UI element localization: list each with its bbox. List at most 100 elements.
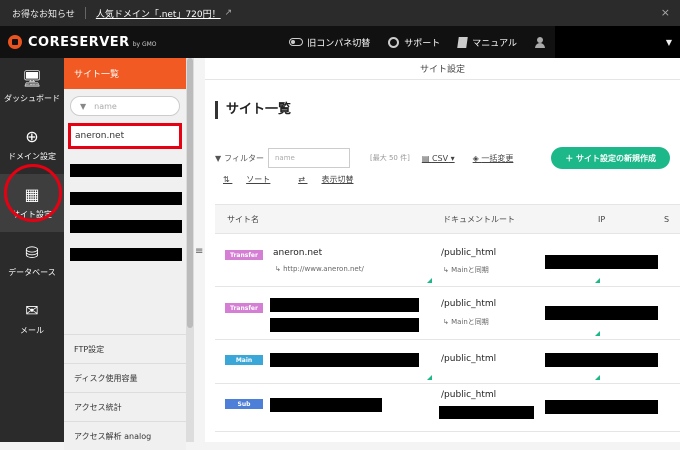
table-row[interactable]: Sub /public_html: [215, 384, 680, 432]
new-site-button[interactable]: ＋ サイト設定の新規作成: [551, 147, 670, 169]
left-rail: 🖥 ダッシュボード ⊕ ドメイン設定 ▦ サイト設定 ⛁ データベース ✉ メー…: [0, 58, 64, 442]
redacted-site-item[interactable]: [70, 164, 182, 177]
table-row[interactable]: Transfer aneron.net ↳ http://www.aneron.…: [215, 234, 680, 287]
support-label: サポート: [404, 38, 441, 49]
csv-label: CSV: [431, 153, 449, 163]
redirect-icon: ↳: [443, 318, 452, 326]
col-site-name: サイト名: [227, 214, 259, 224]
bulk-change-button[interactable]: ◈ 一括変更: [473, 153, 514, 164]
close-icon[interactable]: ×: [661, 6, 670, 19]
sidebar-title: サイト一覧: [64, 58, 186, 89]
toolbar: ▼ フィルター name [最大 50 件] ▤ CSV ▾ ◈ 一括変更 ＋ …: [215, 147, 680, 169]
redacted-sync: [439, 406, 534, 419]
menu-item-stats[interactable]: アクセス統計: [64, 392, 186, 421]
notice-link[interactable]: 人気ドメイン「.net」720円！: [96, 7, 221, 20]
redacted-site-name: [270, 398, 382, 412]
redacted-ip: [545, 400, 658, 414]
sidebar-filter-input[interactable]: ▼ name: [70, 96, 180, 116]
sidebar-scrollbar[interactable]: [186, 58, 194, 442]
site-item-selected[interactable]: aneron.net: [68, 123, 182, 149]
rail-item-dashboard[interactable]: 🖥 ダッシュボード: [0, 58, 64, 116]
redirect-icon: ↳: [275, 265, 284, 273]
name-filter-input[interactable]: name: [268, 148, 350, 168]
table-row[interactable]: Main /public_html: [215, 340, 680, 384]
chevron-down-icon: ▼: [665, 37, 672, 47]
sync-label: ↳ Mainと同期: [443, 265, 489, 275]
topbar-title: サイト設定: [205, 58, 680, 80]
database-icon: ⛁: [25, 243, 39, 262]
manual-link[interactable]: マニュアル: [457, 36, 517, 49]
top-header: CORESERVER by GMO 旧コンパネ切替 サポート マニュアル ▼: [0, 26, 680, 58]
toggle-icon: [289, 38, 304, 46]
logo[interactable]: CORESERVER by GMO: [8, 35, 157, 50]
name-placeholder: name: [275, 154, 295, 162]
redacted-ip: [545, 353, 658, 367]
col-ip: IP: [598, 214, 606, 224]
sync-label: ↳ Mainと同期: [443, 317, 489, 327]
expand-corner-icon: [595, 331, 600, 336]
csv-icon: ▤: [421, 153, 432, 163]
header-nav: 旧コンパネ切替 サポート マニュアル ▼: [289, 26, 680, 58]
manual-label: マニュアル: [472, 38, 517, 49]
site-url-text: http://www.aneron.net/: [283, 265, 364, 273]
main-content: サイト設定 サイト一覧 ▼ フィルター name [最大 50 件] ▤ CSV…: [205, 58, 680, 442]
type-badge: Transfer: [225, 250, 263, 260]
menu-item-disk[interactable]: ディスク使用容量: [64, 363, 186, 392]
lifebuoy-icon: [388, 36, 400, 48]
notice-divider: [84, 7, 86, 19]
filter-label: フィルター: [224, 153, 264, 163]
redacted-site-item[interactable]: [70, 220, 182, 233]
user-menu[interactable]: ▼: [555, 26, 680, 58]
sidebar-menu: FTP設定 ディスク使用容量 アクセス統計 アクセス解析 analog: [64, 334, 186, 450]
support-link[interactable]: サポート: [388, 36, 440, 49]
table-row[interactable]: Transfer /public_html ↳ Mainと同期: [215, 287, 680, 340]
sort-button[interactable]: ⇅ ソート: [223, 174, 284, 185]
menu-item-ftp[interactable]: FTP設定: [64, 334, 186, 363]
sync-text: Mainと同期: [451, 318, 489, 326]
site-table: サイト名 ドキュメントルート IP S Transfer aneron.net …: [215, 204, 680, 432]
arrows-icon: ⇄: [298, 175, 308, 184]
notice-label: お得なお知らせ: [12, 9, 75, 20]
csv-button[interactable]: ▤ CSV ▾: [422, 154, 455, 163]
max-count: [最大 50 件]: [370, 154, 410, 162]
expand-corner-icon: [595, 278, 600, 283]
rail-label: ダッシュボード: [4, 94, 60, 103]
redacted-site-item[interactable]: [70, 192, 182, 205]
sort-icon: ⇅: [223, 175, 233, 184]
rail-item-mail[interactable]: ✉ メール: [0, 290, 64, 348]
col-docroot: ドキュメントルート: [443, 214, 515, 224]
col-s: S: [664, 214, 670, 224]
redacted-site-name: [270, 353, 419, 367]
rail-label: ドメイン設定: [8, 152, 56, 161]
brand-name: CORESERVER: [28, 34, 130, 50]
logo-mark-icon: [8, 35, 22, 49]
docroot: /public_html: [441, 390, 497, 400]
site-url: ↳ http://www.aneron.net/: [275, 265, 364, 273]
redacted-ip: [545, 255, 658, 269]
docroot: /public_html: [441, 248, 497, 258]
redacted-ip: [545, 306, 658, 320]
rail-label: メール: [20, 326, 44, 335]
menu-item-analog[interactable]: アクセス解析 analog: [64, 421, 186, 450]
scrollbar-thumb[interactable]: [187, 58, 193, 328]
redacted-site-item[interactable]: [70, 248, 182, 261]
rail-label: データベース: [8, 268, 56, 277]
mail-icon: ✉: [25, 301, 39, 320]
old-panel-toggle[interactable]: 旧コンパネ切替: [289, 36, 370, 49]
user-icon: [535, 36, 545, 48]
docroot: /public_html: [441, 354, 497, 364]
site-name: aneron.net: [273, 248, 323, 258]
page-title: サイト一覧: [215, 101, 291, 119]
filter-icon: ▼: [215, 153, 222, 163]
drag-handle-icon[interactable]: ≡: [195, 246, 203, 257]
type-badge: Main: [225, 355, 263, 365]
notice-bar: お得なお知らせ 人気ドメイン「.net」720円！ ↗ ×: [0, 0, 680, 26]
type-badge: Transfer: [225, 303, 263, 313]
brand-sub: by GMO: [132, 40, 157, 48]
rail-item-database[interactable]: ⛁ データベース: [0, 232, 64, 290]
type-badge: Sub: [225, 399, 263, 409]
old-panel-label: 旧コンパネ切替: [307, 38, 371, 49]
globe-icon: ⊕: [25, 127, 39, 146]
display-toggle-button[interactable]: ⇄ 表示切替: [298, 174, 367, 185]
expand-corner-icon: [595, 375, 600, 380]
